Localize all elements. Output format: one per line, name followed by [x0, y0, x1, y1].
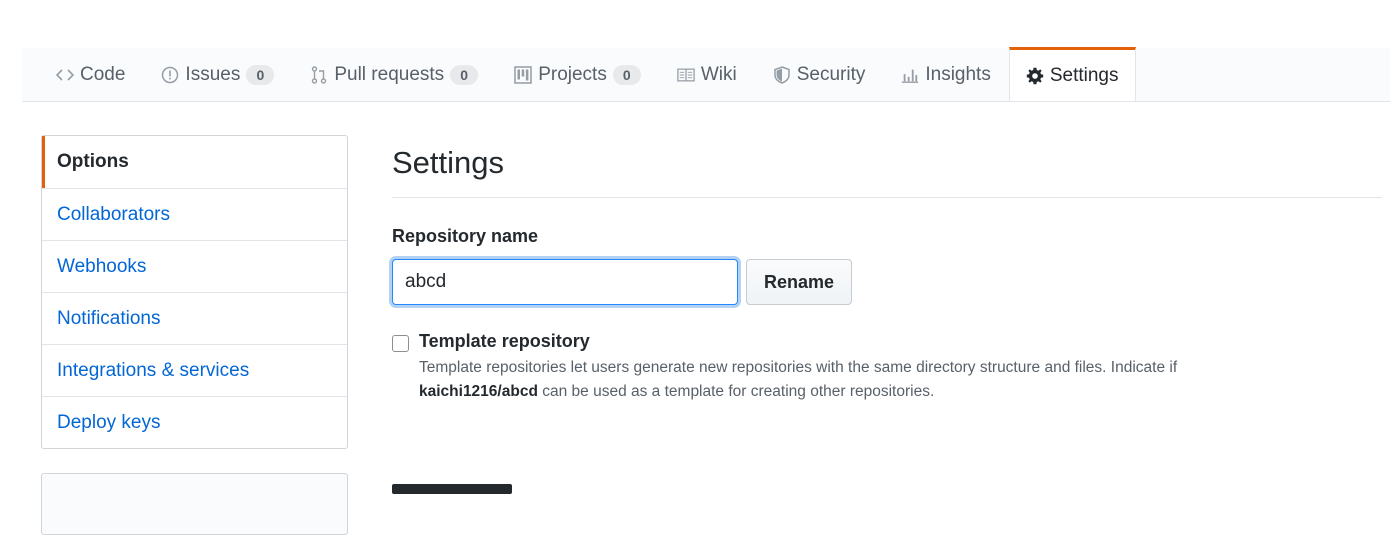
rename-row: Rename: [392, 259, 1382, 305]
sidebar-item-notifications[interactable]: Notifications: [42, 292, 347, 344]
tab-label: Issues: [185, 63, 241, 85]
tab-wiki[interactable]: Wiki: [659, 48, 755, 101]
page-title: Settings: [392, 135, 1382, 198]
template-note-text: Template repositories let users generate…: [419, 359, 1178, 376]
issues-counter: 0: [246, 64, 275, 85]
project-icon: [514, 65, 532, 84]
tab-label: Wiki: [700, 63, 737, 85]
sidebar-item-collaborators[interactable]: Collaborators: [42, 188, 347, 240]
tab-label: Projects: [538, 63, 607, 85]
tab-security[interactable]: Security: [755, 48, 884, 101]
sidebar-item-integrations[interactable]: Integrations & services: [42, 344, 347, 396]
graph-icon: [901, 66, 919, 84]
repo-name-input[interactable]: [392, 259, 738, 305]
template-checkbox[interactable]: [392, 335, 409, 352]
tab-label: Code: [80, 63, 126, 85]
template-note: Template repositories let users generate…: [419, 356, 1177, 404]
sidebar-item-options[interactable]: Options: [42, 136, 347, 188]
template-option: Template repository Template repositorie…: [392, 331, 1382, 404]
template-label: Template repository: [419, 331, 590, 351]
tab-label: Insights: [925, 63, 991, 85]
book-icon: [677, 66, 695, 84]
settings-sidebar: Options Collaborators Webhooks Notificat…: [41, 135, 348, 449]
tab-insights[interactable]: Insights: [883, 48, 1008, 101]
secondary-sidebar-panel: [41, 473, 348, 535]
tab-pull-requests[interactable]: Pull requests 0: [292, 48, 496, 101]
template-note-text-end: can be used as a template for creating o…: [542, 383, 935, 400]
projects-counter: 0: [612, 64, 641, 85]
settings-main: Settings Repository name Rename Template…: [392, 135, 1382, 404]
git-pull-request-icon: [310, 65, 328, 84]
tab-projects[interactable]: Projects 0: [496, 48, 659, 101]
tab-issues[interactable]: Issues 0: [143, 48, 292, 101]
shield-icon: [773, 65, 791, 84]
pulls-counter: 0: [450, 64, 479, 85]
repo-name-label: Repository name: [392, 226, 539, 246]
tab-settings[interactable]: Settings: [1008, 47, 1136, 101]
tab-code[interactable]: Code: [42, 48, 143, 101]
tab-label: Security: [796, 63, 866, 85]
rename-button[interactable]: Rename: [746, 259, 853, 305]
gear-icon: [1026, 67, 1044, 85]
code-icon: [56, 66, 74, 84]
repo-nav: Code Issues 0 Pull requests 0 Projects 0: [22, 47, 1390, 102]
next-section-heading-cutoff: [392, 484, 532, 498]
template-note-repo: kaichi1216/abcd: [419, 383, 538, 400]
issue-opened-icon: [161, 66, 179, 84]
sidebar-item-webhooks[interactable]: Webhooks: [42, 240, 347, 292]
tab-label: Settings: [1049, 64, 1119, 86]
tab-label: Pull requests: [334, 63, 445, 85]
sidebar-item-deploy-keys[interactable]: Deploy keys: [42, 396, 347, 448]
